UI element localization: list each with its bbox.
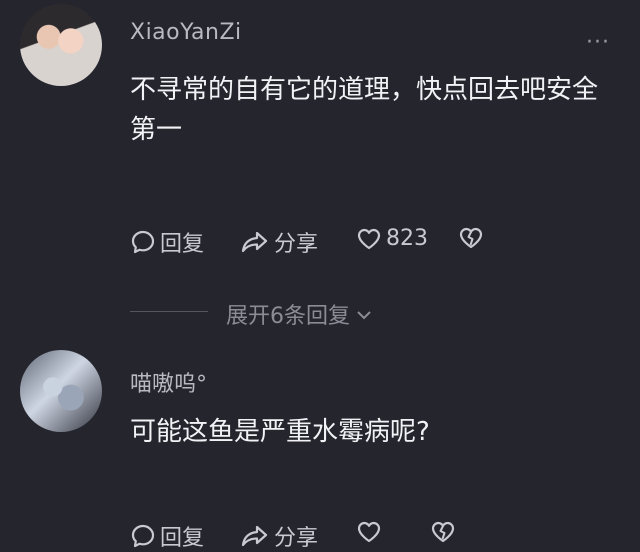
heart-icon — [356, 520, 382, 544]
share-arrow-icon — [240, 523, 270, 549]
expand-replies-label: 展开6条回复 — [226, 304, 350, 329]
replies-divider — [130, 311, 208, 312]
share-button[interactable]: 分享 — [240, 226, 318, 258]
like-button[interactable]: 823 — [356, 226, 428, 251]
heart-icon — [356, 227, 382, 251]
comment-username[interactable]: XiaoYanZi — [130, 20, 242, 45]
broken-heart-icon — [430, 520, 456, 544]
share-label: 分享 — [274, 526, 319, 551]
like-count: 823 — [386, 226, 428, 251]
reply-label: 回复 — [160, 232, 205, 257]
share-button[interactable]: 分享 — [240, 520, 318, 552]
comment-bubble-icon — [130, 229, 156, 255]
more-options-icon[interactable]: ··· — [586, 30, 610, 55]
comment-text: 不寻常的自有它的道理，快点回去吧安全第一 — [130, 75, 599, 145]
comment-username[interactable]: 喵嗷呜° — [130, 366, 207, 398]
comment-text: 可能这鱼是严重水霉病呢? — [130, 417, 430, 447]
dislike-button[interactable] — [458, 226, 484, 250]
expand-replies-button[interactable]: 展开6条回复 — [226, 298, 372, 330]
reply-button[interactable]: 回复 — [130, 226, 204, 258]
comment-bubble-icon — [130, 523, 156, 549]
share-arrow-icon — [240, 229, 270, 255]
chevron-down-icon — [356, 302, 372, 327]
avatar-miaoaowu[interactable] — [20, 350, 102, 432]
share-label: 分享 — [274, 232, 319, 257]
like-button[interactable] — [356, 520, 382, 544]
dislike-button[interactable] — [430, 520, 456, 544]
avatar-xiaoyanzi[interactable] — [20, 4, 102, 86]
reply-label: 回复 — [160, 526, 205, 551]
reply-button[interactable]: 回复 — [130, 520, 204, 552]
broken-heart-icon — [458, 226, 484, 250]
